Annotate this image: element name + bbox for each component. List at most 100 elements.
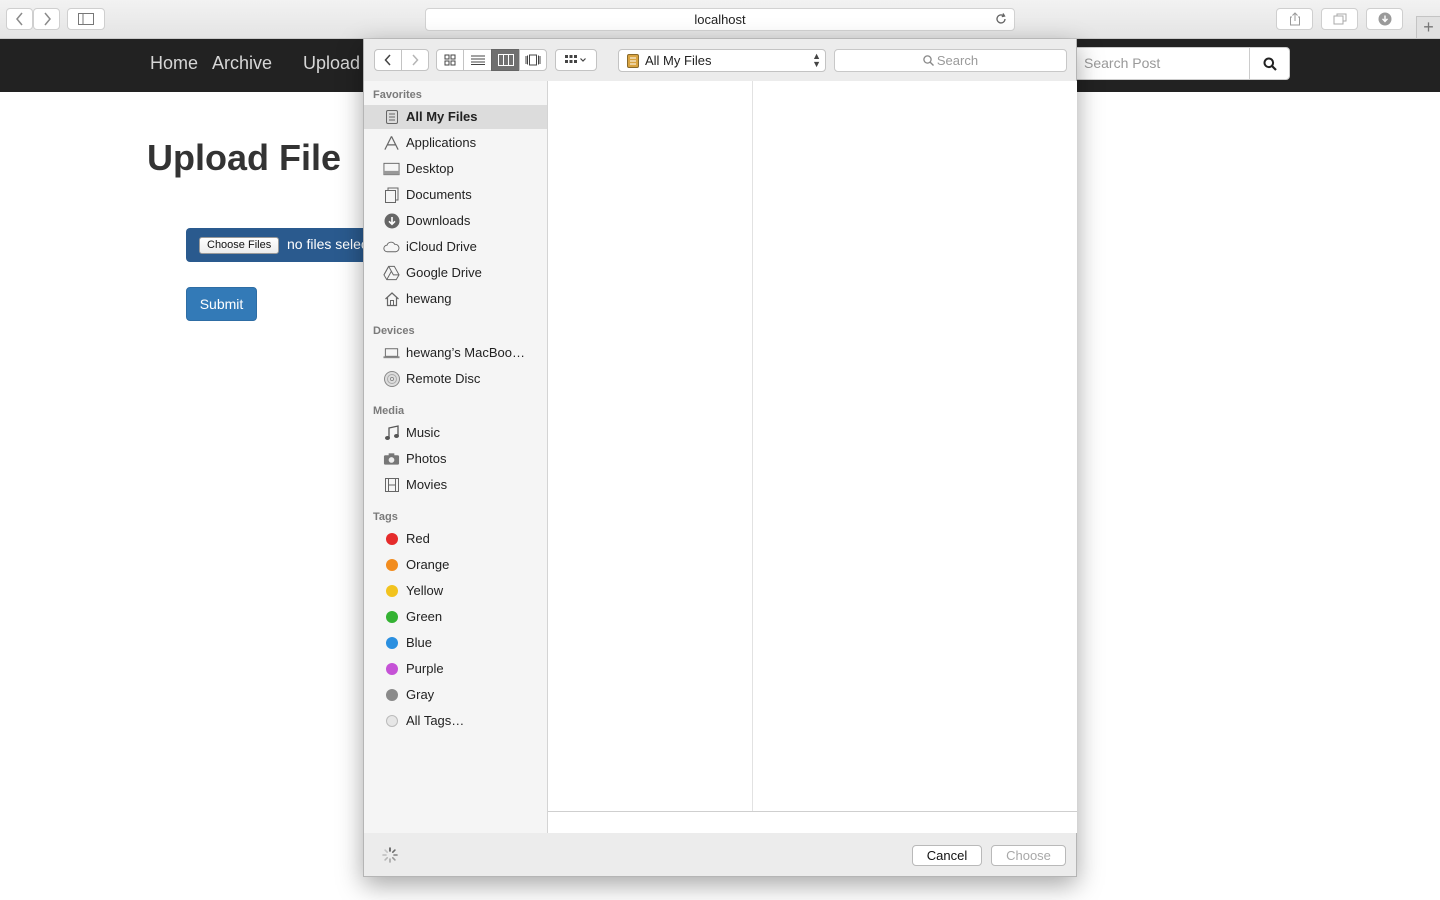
share-button[interactable]: [1276, 8, 1313, 30]
sidebar-item-photos[interactable]: Photos: [364, 447, 547, 471]
location-label: All My Files: [645, 53, 712, 68]
icon-view-button[interactable]: [436, 49, 464, 71]
submit-button[interactable]: Submit: [186, 287, 257, 321]
sidebar-item-macbook[interactable]: hewang’s MacBoo…: [364, 341, 547, 365]
loading-spinner-icon: [382, 847, 398, 863]
sidebar-item-desktop[interactable]: Desktop: [364, 157, 547, 181]
orange-tag-dot-icon: [383, 557, 400, 573]
sidebar-item-google-drive[interactable]: Google Drive: [364, 261, 547, 285]
purple-tag-dot-icon: [383, 661, 400, 677]
sidebar-item-label: Orange: [406, 557, 450, 572]
sidebar-item-label: Google Drive: [406, 265, 482, 280]
home-icon: [383, 291, 400, 307]
sidebar-item-label: Documents: [406, 187, 472, 202]
choose-button[interactable]: Choose: [991, 845, 1066, 866]
sidebar-item-label: Downloads: [406, 213, 471, 228]
red-tag-dot-icon: [383, 531, 400, 547]
search-icon: [1263, 57, 1277, 71]
applications-icon: [383, 135, 400, 151]
reload-icon[interactable]: [994, 12, 1008, 26]
arrange-icon: [565, 55, 586, 63]
sidebar-item-label: Desktop: [406, 161, 454, 176]
chevron-right-icon: [412, 54, 419, 66]
file-browser-columns[interactable]: [548, 81, 1077, 811]
url-text: localhost: [694, 12, 746, 27]
sidebar-item-all-my-files[interactable]: All My Files: [364, 105, 547, 129]
sidebar-item-downloads[interactable]: Downloads: [364, 209, 547, 233]
column-view-button[interactable]: [491, 49, 520, 71]
sidebar-item-hewang[interactable]: hewang: [364, 287, 547, 311]
chevron-left-icon: [15, 12, 23, 26]
downloads-button[interactable]: [1366, 8, 1403, 30]
forward-button[interactable]: [33, 8, 60, 30]
dialog-search-placeholder: Search: [936, 53, 979, 68]
up-down-arrows-icon: ▲ ▼: [812, 51, 821, 69]
sidebar-item-documents[interactable]: Documents: [364, 183, 547, 207]
arrange-button[interactable]: [555, 49, 597, 71]
icloud-icon: [383, 239, 400, 255]
sidebar-item-applications[interactable]: Applications: [364, 131, 547, 155]
tabs-icon: [1333, 13, 1346, 25]
laptop-icon: [383, 345, 400, 361]
sidebar-item-label: iCloud Drive: [406, 239, 477, 254]
sidebar-tag-gray[interactable]: Gray: [364, 683, 547, 707]
dialog-search-input[interactable]: Search: [834, 49, 1067, 72]
column-divider[interactable]: [752, 81, 753, 811]
sidebar-item-icloud-drive[interactable]: iCloud Drive: [364, 235, 547, 259]
cancel-button[interactable]: Cancel: [912, 845, 982, 866]
devices-heading: Devices: [373, 325, 415, 337]
desktop-icon: [383, 161, 400, 177]
back-button[interactable]: [6, 8, 33, 30]
list-icon: [470, 55, 485, 65]
location-popup[interactable]: All My Files ▲ ▼: [618, 49, 826, 72]
download-icon: [1378, 12, 1391, 26]
media-heading: Media: [373, 405, 405, 417]
sidebar-item-label: All My Files: [406, 109, 478, 124]
nav-archive-link[interactable]: Archive: [212, 53, 272, 74]
sidebar-tag-red[interactable]: Red: [364, 527, 547, 551]
sidebar-tag-all-tags[interactable]: All Tags…: [364, 709, 547, 733]
sidebar-toggle-button[interactable]: [67, 8, 105, 30]
tags-heading: Tags: [373, 511, 398, 523]
grid-icon: [444, 54, 456, 66]
yellow-tag-dot-icon: [383, 583, 400, 599]
all-my-files-icon: [383, 109, 400, 125]
list-view-button[interactable]: [463, 49, 492, 71]
sidebar-item-label: Movies: [406, 477, 448, 492]
new-tab-button[interactable]: +: [1416, 16, 1440, 38]
sidebar-item-label: Yellow: [406, 583, 444, 598]
dialog-back-button[interactable]: [374, 49, 402, 71]
all-tags-dot-icon: [383, 713, 400, 729]
search-post-input[interactable]: Search Post: [1072, 47, 1250, 80]
file-input[interactable]: Choose Files no files selected: [186, 228, 386, 262]
address-bar[interactable]: localhost: [425, 8, 1015, 31]
tabs-overview-button[interactable]: [1321, 8, 1358, 30]
sidebar-tag-orange[interactable]: Orange: [364, 553, 547, 577]
sidebar-tag-yellow[interactable]: Yellow: [364, 579, 547, 603]
sidebar-tag-purple[interactable]: Purple: [364, 657, 547, 681]
sidebar-item-label: Music: [406, 425, 440, 440]
sidebar-item-label: Photos: [406, 451, 447, 466]
sidebar-tag-blue[interactable]: Blue: [364, 631, 547, 655]
google-drive-icon: [383, 265, 400, 281]
dialog-sidebar: Favorites All My Files Applications Desk…: [364, 81, 548, 833]
sidebar-item-movies[interactable]: Movies: [364, 473, 547, 497]
search-post-button[interactable]: [1249, 47, 1290, 80]
sidebar-item-label: Red: [406, 531, 430, 546]
file-chooser-dialog: All My Files ▲ ▼ Search Favorites All My …: [363, 39, 1077, 877]
gray-tag-dot-icon: [383, 687, 400, 703]
search-icon: [923, 55, 934, 66]
dialog-forward-button[interactable]: [401, 49, 429, 71]
cover-flow-icon: [525, 54, 541, 66]
sidebar-tag-green[interactable]: Green: [364, 605, 547, 629]
nav-home-link[interactable]: Home: [150, 53, 198, 74]
nav-upload-link[interactable]: Upload: [303, 53, 360, 74]
choose-files-button[interactable]: Choose Files: [199, 237, 280, 254]
sidebar-item-label: Remote Disc: [406, 371, 481, 386]
sidebar-item-label: Applications: [406, 135, 477, 150]
sidebar-item-music[interactable]: Music: [364, 421, 547, 445]
sidebar-item-remote-disc[interactable]: Remote Disc: [364, 367, 547, 391]
cover-flow-button[interactable]: [519, 49, 547, 71]
sidebar-item-label: hewang: [406, 291, 452, 306]
sidebar-item-label: Purple: [406, 661, 444, 676]
